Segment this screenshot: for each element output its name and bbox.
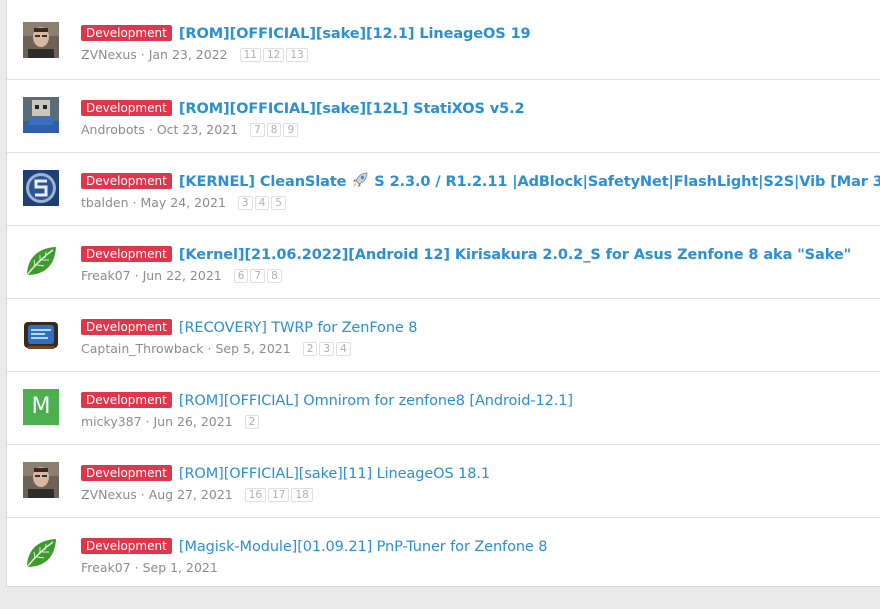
page-jump-links: 11 12 13 — [239, 46, 310, 64]
page-link[interactable]: 2 — [244, 415, 260, 429]
thread-title-part: [KERNEL] CleanSlate — [178, 174, 352, 190]
thread-title-link[interactable]: [Magisk-Module][01.09.21] PnP-Tuner for … — [179, 539, 548, 555]
thread-author[interactable]: Freak07 — [81, 560, 131, 575]
thread-row: Development [Kernel][21.06.2022][Android… — [7, 226, 880, 299]
thread-row: Development [ROM][OFFICIAL][sake][12.1] … — [7, 0, 880, 80]
thread-title-link[interactable]: [ROM][OFFICIAL][sake][11] LineageOS 18.1 — [179, 466, 490, 482]
page-link[interactable]: 12 — [262, 48, 285, 62]
page-link[interactable]: 3 — [319, 342, 335, 356]
avatar-photo-robot[interactable] — [23, 97, 59, 133]
thread-title-link[interactable]: [ROM][OFFICIAL] Omnirom for zenfone8 [An… — [179, 393, 573, 409]
thread-title-link[interactable]: [KERNEL] CleanSlate S 2.3.0 / R1.2.11 |A… — [178, 172, 880, 190]
thread-date: Sep 5, 2021 — [215, 341, 291, 356]
page-link[interactable]: 2 — [302, 342, 318, 356]
thread-row: Development [KERNEL] CleanSlate S 2.3.0 … — [7, 153, 880, 226]
page-link[interactable]: 3 — [237, 196, 253, 210]
thread-author[interactable]: Captain_Throwback — [81, 341, 204, 356]
thread-row: Development [RECOVERY] TWRP for ZenFone … — [7, 299, 880, 372]
thread-row: M Development [ROM][OFFICIAL] Omnirom fo… — [7, 372, 880, 445]
thread-author[interactable]: Freak07 — [81, 268, 131, 283]
avatar-retro-tv[interactable] — [23, 316, 59, 352]
avatar-leaf[interactable] — [23, 243, 59, 279]
page-link[interactable]: 9 — [283, 123, 299, 137]
development-prefix[interactable]: Development — [81, 538, 172, 554]
page-jump-links: 789 — [250, 121, 300, 139]
thread-date: Sep 1, 2021 — [142, 560, 218, 575]
development-prefix[interactable]: Development — [81, 173, 172, 189]
thread-date: Oct 23, 2021 — [156, 122, 239, 137]
development-prefix[interactable]: Development — [81, 25, 172, 41]
thread-date: Jan 23, 2022 — [148, 47, 228, 62]
page-link[interactable]: 4 — [254, 196, 270, 210]
thread-title-link[interactable]: [RECOVERY] TWRP for ZenFone 8 — [179, 320, 418, 336]
thread-row: Development [ROM][OFFICIAL][sake][11] Li… — [7, 445, 880, 518]
thread-list: Development [ROM][OFFICIAL][sake][12.1] … — [6, 0, 880, 587]
avatar-letter: M — [31, 394, 51, 419]
rocket-icon — [351, 171, 369, 195]
development-prefix[interactable]: Development — [81, 392, 172, 408]
page-link[interactable]: 11 — [239, 48, 261, 62]
thread-author[interactable]: micky387 — [81, 414, 142, 429]
page-jump-links: 678 — [233, 267, 284, 285]
page-jump-links: 234 — [302, 340, 353, 358]
page-link[interactable]: 7 — [250, 123, 265, 137]
thread-author[interactable]: ZVNexus — [81, 487, 137, 502]
page-link[interactable]: 13 — [286, 48, 308, 62]
thread-row: Development [ROM][OFFICIAL][sake][12L] S… — [7, 80, 880, 153]
thread-title-link[interactable]: [ROM][OFFICIAL][sake][12L] StatiXOS v5.2 — [179, 101, 525, 117]
thread-author[interactable]: ZVNexus — [81, 47, 137, 62]
page-jump-links: 345 — [237, 194, 288, 212]
page-link[interactable]: 8 — [267, 269, 282, 283]
thread-date: Jun 26, 2021 — [153, 414, 233, 429]
page-link[interactable]: 18 — [291, 488, 313, 502]
thread-date: May 24, 2021 — [140, 195, 226, 210]
page-jump-links: 2 — [244, 413, 262, 431]
avatar-photo-person[interactable] — [23, 22, 59, 58]
thread-title-link[interactable]: [Kernel][21.06.2022][Android 12] Kirisak… — [179, 247, 851, 263]
development-prefix[interactable]: Development — [81, 100, 172, 116]
development-prefix[interactable]: Development — [81, 465, 172, 481]
page-link[interactable]: 6 — [233, 269, 249, 283]
thread-row: Development [Magisk-Module][01.09.21] Pn… — [7, 518, 880, 587]
page-link[interactable]: 8 — [266, 123, 282, 137]
avatar-s-logo[interactable] — [23, 170, 59, 206]
avatar-leaf[interactable] — [23, 535, 59, 571]
page-jump-links: 16 17 18 — [244, 486, 315, 504]
thread-date: Jun 22, 2021 — [142, 268, 222, 283]
thread-title-link[interactable]: [ROM][OFFICIAL][sake][12.1] LineageOS 19 — [179, 26, 531, 42]
page-link[interactable]: 16 — [244, 488, 267, 502]
page-link[interactable]: 4 — [336, 342, 351, 356]
avatar-letter-m[interactable]: M — [23, 389, 59, 425]
development-prefix[interactable]: Development — [81, 319, 172, 335]
avatar-photo-person[interactable] — [23, 462, 59, 498]
thread-title-part: S 2.3.0 / R1.2.11 |AdBlock|SafetyNet|Fla… — [369, 174, 880, 190]
page-link[interactable]: 7 — [250, 269, 266, 283]
thread-author[interactable]: Androbots — [81, 122, 145, 137]
thread-author[interactable]: tbalden — [81, 195, 129, 210]
page-link[interactable]: 17 — [268, 488, 290, 502]
development-prefix[interactable]: Development — [81, 246, 172, 262]
page-link[interactable]: 5 — [271, 196, 286, 210]
thread-date: Aug 27, 2021 — [148, 487, 233, 502]
